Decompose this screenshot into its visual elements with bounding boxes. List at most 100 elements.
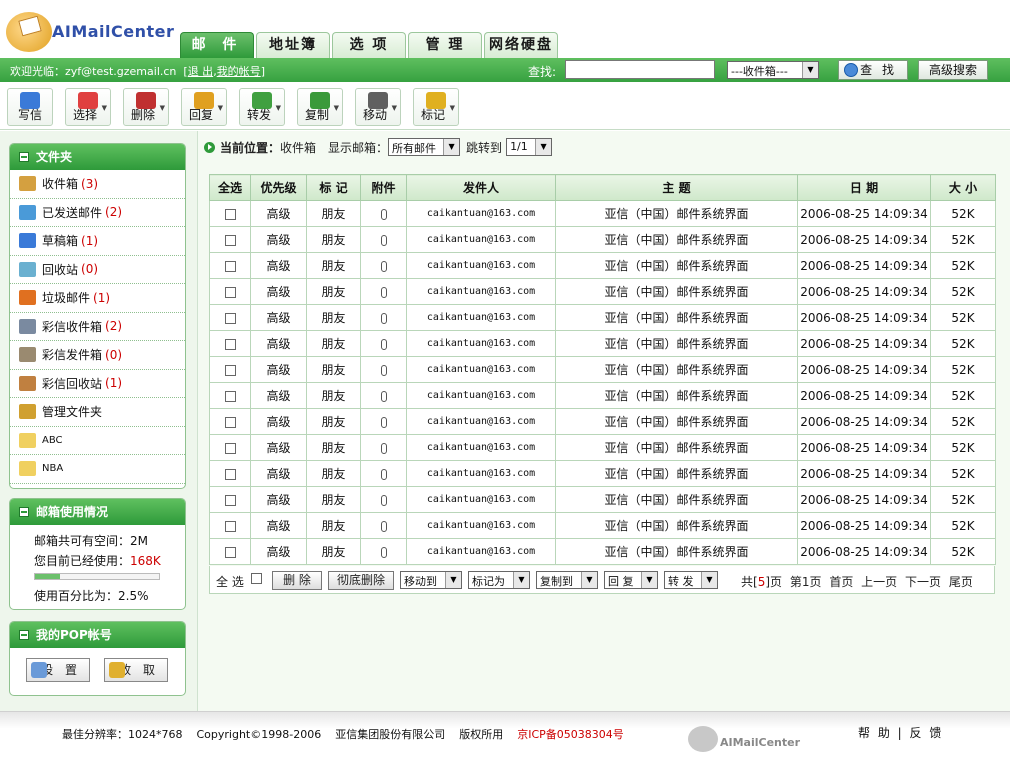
cell-subject[interactable]: 亚信（中国）邮件系统界面 [555,330,798,357]
col-select-all[interactable]: 全选 [209,174,251,201]
cell-select[interactable] [209,460,251,487]
row-checkbox[interactable] [224,260,236,272]
table-row[interactable]: 高级 朋友 caikantuan@163.com 亚信（中国）邮件系统界面 2006-0… [209,434,996,461]
sidebar-folder-item[interactable]: 草稿箱 (1) [10,227,185,256]
sidebar-folder-item[interactable]: 管理文件夹 [10,398,185,427]
collapse-icon[interactable] [19,152,29,162]
cell-subject[interactable]: 亚信（中国）邮件系统界面 [555,460,798,487]
table-row[interactable]: 高级 朋友 caikantuan@163.com 亚信（中国）邮件系统界面 2006-0… [209,512,996,539]
row-checkbox[interactable] [224,468,236,480]
pager-prev[interactable]: 上一页 [861,575,897,589]
toolbar-move-button[interactable]: 移动 ▼ [355,88,401,126]
cell-subject[interactable]: 亚信（中国）邮件系统界面 [555,304,798,331]
col-tag[interactable]: 标 记 [306,174,361,201]
table-row[interactable]: 高级 朋友 caikantuan@163.com 亚信（中国）邮件系统界面 2006-0… [209,356,996,383]
page-jump-select[interactable]: 1/1 [506,138,553,156]
table-row[interactable]: 高级 朋友 caikantuan@163.com 亚信（中国）邮件系统界面 2006-0… [209,408,996,435]
toolbar-copy-button[interactable]: 复制 ▼ [297,88,343,126]
cell-subject[interactable]: 亚信（中国）邮件系统界面 [555,538,798,565]
table-row[interactable]: 高级 朋友 caikantuan@163.com 亚信（中国）邮件系统界面 2006-0… [209,330,996,357]
row-checkbox[interactable] [224,442,236,454]
row-checkbox[interactable] [224,520,236,532]
advanced-search-button[interactable]: 高级搜索 [918,60,988,80]
logo[interactable]: AIMailCenter [6,8,181,54]
cell-select[interactable] [209,538,251,565]
sidebar-folder-item[interactable]: 彩信回收站 (1) [10,370,185,398]
row-checkbox[interactable] [224,286,236,298]
col-sender[interactable]: 发件人 [406,174,556,201]
sidebar-folder-item[interactable]: NBA [10,455,185,484]
pop-panel-header[interactable]: 我的POP帐号 [10,622,185,648]
row-checkbox[interactable] [224,338,236,350]
cell-select[interactable] [209,356,251,383]
dropdown-caret-icon[interactable]: ▼ [218,104,223,112]
reply-select[interactable]: 回 复 [604,571,658,589]
footer-icp[interactable]: 京ICP备05038304号 [517,728,624,741]
cell-subject[interactable]: 亚信（中国）邮件系统界面 [555,512,798,539]
delete-button[interactable]: 删 除 [272,571,322,590]
usage-panel-header[interactable]: 邮箱使用情况 [10,499,185,525]
dropdown-caret-icon[interactable]: ▼ [160,104,165,112]
cell-select[interactable] [209,512,251,539]
toolbar-select-button[interactable]: 选择 ▼ [65,88,111,126]
col-subject[interactable]: 主 题 [555,174,798,201]
cell-subject[interactable]: 亚信（中国）邮件系统界面 [555,408,798,435]
sidebar-folder-item[interactable]: 收件箱 (3) [10,170,185,199]
cell-select[interactable] [209,278,251,305]
tab-address-book[interactable]: 地址簿 [256,32,330,58]
table-row[interactable]: 高级 朋友 caikantuan@163.com 亚信（中国）邮件系统界面 2006-0… [209,460,996,487]
toolbar-compose-button[interactable]: 写信 [7,88,53,126]
cell-subject[interactable]: 亚信（中国）邮件系统界面 [555,278,798,305]
forward-select[interactable]: 转 发 [664,571,718,589]
table-row[interactable]: 高级 朋友 caikantuan@163.com 亚信（中国）邮件系统界面 2006-0… [209,200,996,227]
pop-settings-button[interactable]: 设 置 [26,658,90,682]
pager-last[interactable]: 尾页 [949,575,973,589]
my-account-link[interactable]: 我的帐号 [217,65,261,78]
col-priority[interactable]: 优先级 [250,174,307,201]
col-attachment[interactable]: 附件 [360,174,407,201]
cell-subject[interactable]: 亚信（中国）邮件系统界面 [555,486,798,513]
cell-select[interactable] [209,382,251,409]
cell-subject[interactable]: 亚信（中国）邮件系统界面 [555,382,798,409]
table-row[interactable]: 高级 朋友 caikantuan@163.com 亚信（中国）邮件系统界面 2006-0… [209,252,996,279]
cell-select[interactable] [209,304,251,331]
collapse-icon[interactable] [19,507,29,517]
table-row[interactable]: 高级 朋友 caikantuan@163.com 亚信（中国）邮件系统界面 2006-0… [209,382,996,409]
cell-select[interactable] [209,408,251,435]
table-row[interactable]: 高级 朋友 caikantuan@163.com 亚信（中国）邮件系统界面 2006-0… [209,226,996,253]
pop-receive-button[interactable]: 收 取 [104,658,168,682]
tab-netdisk[interactable]: 网络硬盘 [484,32,558,58]
sidebar-folder-item[interactable]: 垃圾邮件 (1) [10,284,185,313]
find-button[interactable]: 查 找 [838,60,908,80]
select-all-checkbox[interactable] [251,573,262,584]
row-checkbox[interactable] [224,364,236,376]
row-checkbox[interactable] [224,312,236,324]
sidebar-folder-item[interactable]: ABC [10,427,185,455]
table-row[interactable]: 高级 朋友 caikantuan@163.com 亚信（中国）邮件系统界面 2006-0… [209,304,996,331]
cell-select[interactable] [209,252,251,279]
sidebar-folder-item[interactable]: 彩信发件箱 (0) [10,341,185,370]
pager-first[interactable]: 首页 [829,575,853,589]
sidebar-folder-item[interactable]: 回收站 (0) [10,256,185,284]
dropdown-caret-icon[interactable]: ▼ [392,104,397,112]
dropdown-caret-icon[interactable]: ▼ [102,104,107,112]
toolbar-mark-button[interactable]: 标记 ▼ [413,88,459,126]
toolbar-forward-button[interactable]: 转发 ▼ [239,88,285,126]
tab-mail[interactable]: 邮 件 [180,32,254,58]
sidebar-folder-item[interactable]: 彩信收件箱 (2) [10,313,185,341]
collapse-icon[interactable] [19,630,29,640]
toolbar-reply-button[interactable]: 回复 ▼ [181,88,227,126]
feedback-link[interactable]: 反 馈 [910,726,944,740]
cell-select[interactable] [209,486,251,513]
help-link[interactable]: 帮 助 [858,726,892,740]
dropdown-caret-icon[interactable]: ▼ [276,104,281,112]
table-row[interactable]: 高级 朋友 caikantuan@163.com 亚信（中国）邮件系统界面 2006-0… [209,278,996,305]
dropdown-caret-icon[interactable]: ▼ [450,104,455,112]
logout-link[interactable]: 退 出 [188,65,214,78]
col-size[interactable]: 大 小 [930,174,996,201]
row-checkbox[interactable] [224,234,236,246]
sidebar-folder-item[interactable]: 已发送邮件 (2) [10,199,185,227]
table-row[interactable]: 高级 朋友 caikantuan@163.com 亚信（中国）邮件系统界面 2006-0… [209,538,996,565]
show-mailbox-select[interactable]: 所有邮件 [388,138,461,156]
cell-subject[interactable]: 亚信（中国）邮件系统界面 [555,356,798,383]
